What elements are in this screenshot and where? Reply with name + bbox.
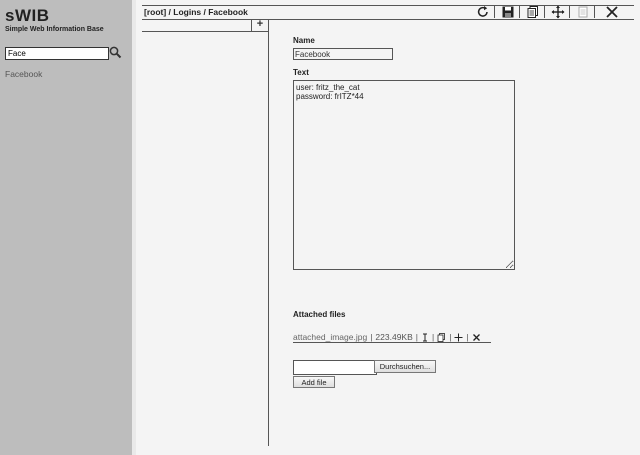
search-icon[interactable]: [109, 46, 122, 59]
browse-button[interactable]: Durchsuchen...: [374, 360, 436, 373]
app-subtitle: Simple Web Information Base: [5, 26, 104, 33]
rename-icon[interactable]: [421, 333, 429, 342]
name-field[interactable]: [293, 48, 393, 60]
toolbar-separator: [594, 6, 595, 18]
add-file-button[interactable]: Add file: [293, 376, 335, 388]
tree-header-rule: [142, 31, 268, 32]
header-bottom-rule: [142, 19, 634, 20]
paste-icon[interactable]: [576, 5, 590, 19]
tree-header-divider: [251, 19, 252, 31]
attached-files-label: Attached files: [293, 310, 346, 319]
main-panel: [root] / Logins / Facebook + Name Facebo…: [136, 0, 640, 455]
move-file-icon[interactable]: [454, 333, 463, 342]
name-label: Name: [293, 36, 315, 45]
attached-file-name[interactable]: attached_image.jpg: [293, 332, 367, 342]
attached-file-row: attached_image.jpg | 223.49KB | | | |: [293, 332, 481, 343]
search-result-item[interactable]: Facebook: [5, 69, 42, 79]
tree-pane-divider: [268, 19, 269, 446]
breadcrumb: [root] / Logins / Facebook: [144, 7, 248, 17]
copy-file-icon[interactable]: [437, 333, 446, 343]
copy-icon[interactable]: [526, 5, 540, 19]
add-node-button[interactable]: +: [254, 19, 266, 30]
toolbar-separator: [519, 6, 520, 18]
toolbar-separator: [544, 6, 545, 18]
refresh-icon[interactable]: [476, 5, 490, 19]
text-field[interactable]: user: fritz_the_cat password: frITZ*44: [293, 80, 515, 270]
close-icon[interactable]: [605, 5, 619, 19]
text-label: Text: [293, 68, 309, 77]
delete-file-icon[interactable]: [472, 333, 481, 342]
search-input[interactable]: [5, 47, 109, 60]
sidebar: sWIB Simple Web Information Base Faceboo…: [0, 0, 132, 455]
toolbar-separator: [494, 6, 495, 18]
move-icon[interactable]: [551, 5, 565, 19]
file-path-input[interactable]: [293, 360, 377, 375]
toolbar-separator: [569, 6, 570, 18]
save-icon[interactable]: [501, 5, 515, 19]
attached-file-rule: [293, 342, 491, 343]
attached-file-size: 223.49KB: [375, 332, 413, 342]
app-title: sWIB: [5, 6, 50, 25]
